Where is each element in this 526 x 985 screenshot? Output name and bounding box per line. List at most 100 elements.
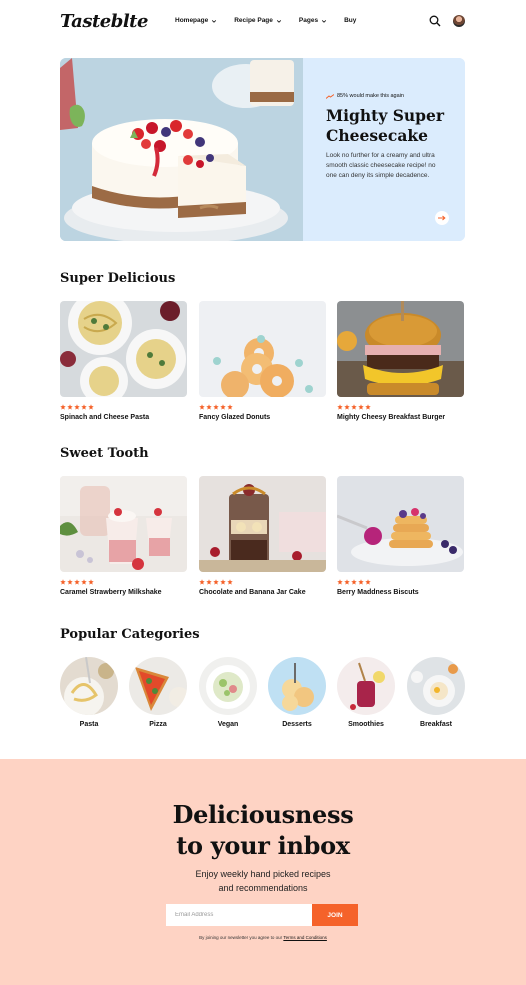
rating-stars: [60, 579, 187, 585]
hero-title[interactable]: Mighty Super Cheesecake: [326, 106, 456, 146]
category-smoothies[interactable]: Smoothies: [337, 657, 395, 728]
star-icon: [227, 404, 233, 410]
recipe-image-donuts: [199, 301, 326, 397]
category-label: Pasta: [79, 721, 99, 728]
star-icon: [60, 404, 66, 410]
star-icon: [344, 579, 350, 585]
category-label: Smoothies: [348, 721, 384, 728]
category-image-breakfast: [407, 657, 465, 715]
recipe-image-burger: [337, 301, 464, 397]
newsletter-title-line2: to your inbox: [176, 831, 350, 860]
star-icon: [81, 404, 87, 410]
rating-stars: [60, 404, 187, 410]
star-icon: [220, 579, 226, 585]
star-icon: [199, 579, 205, 585]
star-icon: [358, 404, 364, 410]
star-icon: [199, 404, 205, 410]
category-desserts[interactable]: Desserts: [268, 657, 326, 728]
category-label: Breakfast: [420, 721, 452, 728]
category-image-pasta: [60, 657, 118, 715]
nav-label: Buy: [344, 17, 357, 24]
newsletter-subtitle-line1: Enjoy weekly hand picked recipes: [195, 869, 331, 879]
newsletter-fine-print: By joining our newsletter you agree to o…: [0, 935, 526, 940]
category-image-vegan: [199, 657, 257, 715]
nav-item-recipe-page[interactable]: Recipe Page: [234, 17, 282, 24]
nav-item-pages[interactable]: Pages: [299, 17, 327, 24]
trending-up-icon: [326, 93, 334, 99]
star-icon: [60, 579, 66, 585]
site-logo[interactable]: Tasteblte: [60, 11, 148, 32]
recipe-card[interactable]: Berry Maddness Biscuts: [337, 476, 464, 596]
arrow-right-icon: [438, 215, 446, 221]
hero-next-button[interactable]: [435, 211, 449, 225]
recipe-card[interactable]: Mighty Cheesy Breakfast Burger: [337, 301, 464, 421]
star-icon: [67, 404, 73, 410]
star-icon: [213, 404, 219, 410]
hero-image-cheesecake: [60, 58, 303, 241]
newsletter-title: Deliciousness to your inbox: [0, 799, 526, 861]
star-icon: [365, 579, 371, 585]
chevron-down-icon: [321, 19, 327, 23]
site-header: Tasteblte Homepage Recipe Page Pages Buy: [0, 0, 526, 44]
star-icon: [365, 404, 371, 410]
nav-item-buy[interactable]: Buy: [344, 17, 356, 24]
hero-description: Look no further for a creamy and ultra s…: [326, 152, 436, 179]
terms-link[interactable]: Terms and Conditions: [283, 935, 327, 940]
category-pasta[interactable]: Pasta: [60, 657, 118, 728]
category-pizza[interactable]: Pizza: [129, 657, 187, 728]
star-icon: [344, 404, 350, 410]
newsletter-subtitle-line2: and recommendations: [218, 883, 308, 893]
star-icon: [220, 404, 226, 410]
newsletter-title-line1: Deliciousness: [172, 800, 354, 829]
star-icon: [81, 579, 87, 585]
main-nav: Homepage Recipe Page Pages Buy: [175, 17, 373, 24]
recipe-title[interactable]: Berry Maddness Biscuts: [337, 589, 464, 596]
recipe-title[interactable]: Caramel Strawberry Milkshake: [60, 589, 187, 596]
star-icon: [351, 579, 357, 585]
fine-print-text: By joining our newsletter you agree to o…: [199, 935, 283, 940]
recipe-card[interactable]: Chocolate and Banana Jar Cake: [199, 476, 326, 596]
email-field[interactable]: [166, 904, 312, 926]
trend-badge: 85% would make this again: [326, 93, 404, 99]
nav-label: Pages: [298, 17, 319, 24]
recipe-card[interactable]: Fancy Glazed Donuts: [199, 301, 326, 421]
star-icon: [351, 404, 357, 410]
nav-item-homepage[interactable]: Homepage: [175, 17, 217, 24]
category-image-desserts: [268, 657, 326, 715]
category-breakfast[interactable]: Breakfast: [407, 657, 465, 728]
star-icon: [74, 579, 80, 585]
hero-info-panel: 85% would make this again Mighty Super C…: [303, 58, 465, 241]
recipe-title[interactable]: Fancy Glazed Donuts: [199, 414, 326, 421]
recipe-title[interactable]: Spinach and Cheese Pasta: [60, 414, 187, 421]
avatar[interactable]: [453, 15, 465, 27]
section-title-super-delicious: Super Delicious: [60, 271, 176, 286]
recipe-image-jar-cake: [199, 476, 326, 572]
recipe-image-biscuits: [337, 476, 464, 572]
join-button[interactable]: JOIN: [312, 904, 358, 926]
section-title-sweet-tooth: Sweet Tooth: [60, 446, 149, 461]
star-icon: [206, 404, 212, 410]
rating-stars: [337, 579, 464, 585]
star-icon: [337, 579, 343, 585]
star-icon: [88, 579, 94, 585]
star-icon: [227, 579, 233, 585]
recipe-card[interactable]: Caramel Strawberry Milkshake: [60, 476, 187, 596]
hero-featured-recipe[interactable]: 85% would make this again Mighty Super C…: [60, 58, 465, 241]
category-label: Pizza: [149, 721, 167, 728]
search-icon[interactable]: [429, 15, 441, 27]
star-icon: [88, 404, 94, 410]
newsletter-section: Deliciousness to your inbox Enjoy weekly…: [0, 759, 526, 985]
recipe-title[interactable]: Mighty Cheesy Breakfast Burger: [337, 414, 464, 421]
recipe-image-milkshake: [60, 476, 187, 572]
star-icon: [74, 404, 80, 410]
rating-stars: [199, 579, 326, 585]
star-icon: [213, 579, 219, 585]
star-icon: [67, 579, 73, 585]
category-vegan[interactable]: Vegan: [199, 657, 257, 728]
star-icon: [337, 404, 343, 410]
nav-label: Recipe Page: [234, 17, 273, 24]
category-label: Desserts: [282, 721, 312, 728]
recipe-title[interactable]: Chocolate and Banana Jar Cake: [199, 589, 326, 596]
star-icon: [358, 579, 364, 585]
recipe-card[interactable]: Spinach and Cheese Pasta: [60, 301, 187, 421]
